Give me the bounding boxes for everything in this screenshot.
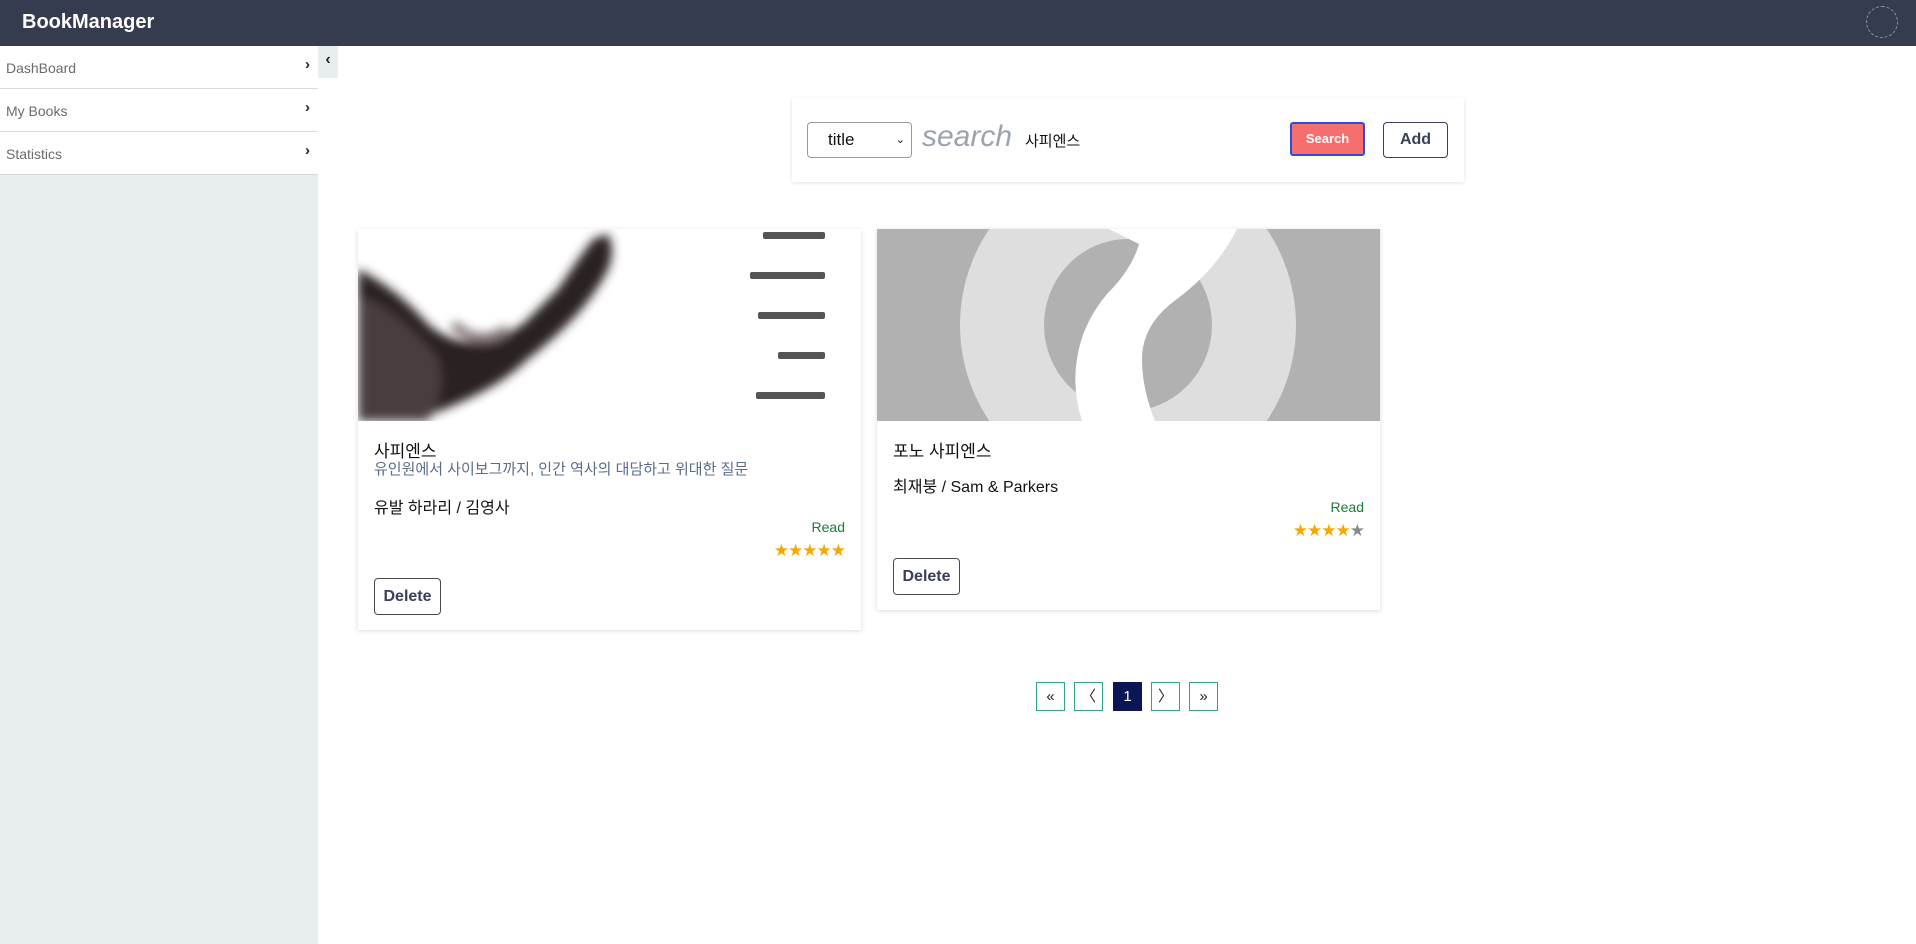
page-1-button[interactable]: 1 (1113, 682, 1142, 711)
book-cover-image (358, 229, 861, 421)
sidebar-collapse-button[interactable]: ‹ (318, 46, 338, 78)
prev-page-button[interactable]: 〈 (1074, 682, 1103, 711)
star-empty-icon: ★ (1349, 521, 1365, 540)
chevron-left-icon: ‹ (325, 51, 331, 68)
delete-button[interactable]: Delete (893, 558, 960, 595)
book-title[interactable]: 포노 사피엔스 (893, 437, 992, 462)
book-cover-image (877, 229, 1380, 421)
top-navbar: BookManager (0, 0, 1916, 46)
chevron-right-icon: › (305, 56, 310, 73)
first-page-button[interactable]: « (1036, 682, 1065, 711)
book-card: 사피엔스 유인원에서 사이보그까지, 인간 역사의 대담하고 위대한 질문 유발… (358, 229, 861, 630)
star-filled-icon: ★ (773, 541, 789, 560)
star-filled-icon: ★ (788, 541, 803, 560)
chevron-right-icon: › (305, 99, 310, 116)
last-page-button[interactable]: » (1189, 682, 1218, 711)
add-button[interactable]: Add (1383, 122, 1448, 158)
sidebar-item-my-books[interactable]: My Books › (0, 89, 318, 132)
sidebar-item-label: My Books (6, 103, 68, 119)
book-authors: 최재붕 / Sam & Parkers (893, 479, 1059, 496)
book-rating: ★★★★★ (773, 541, 846, 561)
app-title[interactable]: BookManager (22, 11, 154, 34)
chevron-down-icon: ⌄ (895, 134, 905, 146)
delete-button[interactable]: Delete (374, 578, 441, 615)
book-status: Read (1330, 499, 1364, 515)
star-filled-icon: ★ (830, 541, 846, 560)
star-filled-icon: ★ (1292, 521, 1308, 540)
book-authors: 유발 하라리 / 김영사 (374, 500, 510, 517)
sidebar-item-label: Statistics (6, 146, 63, 162)
book-subtitle: 유인원에서 사이보그까지, 인간 역사의 대담하고 위대한 질문 (374, 461, 749, 478)
search-placeholder[interactable]: search (922, 120, 1012, 154)
search-button[interactable]: Search (1290, 122, 1365, 156)
sidebar-item-statistics[interactable]: Statistics › (0, 132, 318, 175)
star-filled-icon: ★ (1335, 521, 1351, 540)
search-input[interactable]: 사피엔스 (1025, 130, 1080, 151)
search-field-selected: title (828, 130, 855, 149)
star-filled-icon: ★ (802, 541, 817, 560)
search-field-select[interactable]: title ⌄ (807, 122, 912, 158)
next-page-button[interactable]: 〉 (1151, 682, 1180, 711)
user-avatar-icon[interactable] (1866, 6, 1898, 38)
sidebar-item-dashboard[interactable]: DashBoard › (0, 46, 318, 89)
star-filled-icon: ★ (1321, 521, 1336, 540)
star-filled-icon: ★ (1307, 521, 1322, 540)
book-status: Read (811, 519, 845, 535)
chevron-right-icon: › (305, 142, 310, 159)
sidebar-item-label: DashBoard (6, 60, 77, 76)
book-card: 포노 사피엔스 최재붕 / Sam & Parkers Read ★★★★★ D… (877, 229, 1380, 610)
search-panel: title ⌄ search 사피엔스 Search Add (792, 98, 1464, 182)
star-filled-icon: ★ (816, 541, 832, 560)
sidebar: DashBoard › My Books › Statistics › (0, 46, 318, 944)
book-rating: ★★★★★ (1292, 521, 1365, 541)
